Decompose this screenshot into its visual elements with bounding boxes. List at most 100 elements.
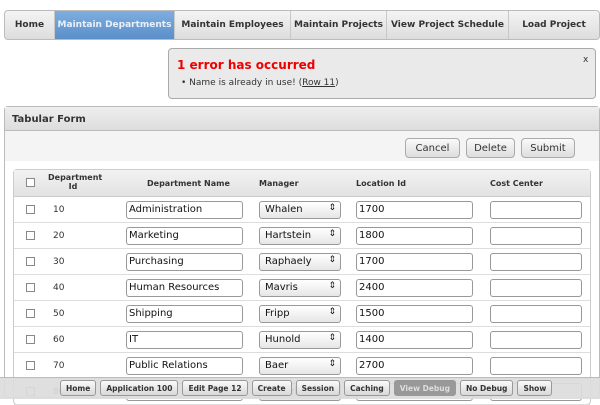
manager-select[interactable]: Raphaely ⇕: [259, 253, 341, 271]
manager-value: Baer: [265, 360, 289, 371]
select-arrows-icon: ⇕: [328, 281, 336, 291]
department-name-input[interactable]: IT: [126, 331, 243, 349]
tabular-form-region: Tabular Form Cancel Delete Submit Depart…: [4, 106, 600, 405]
tab-maintain-departments[interactable]: Maintain Departments: [55, 11, 175, 39]
row-checkbox[interactable]: [26, 309, 35, 318]
department-name-input[interactable]: Human Resources: [126, 279, 243, 297]
manager-value: Mavris: [265, 282, 298, 293]
dev-show-button[interactable]: Show: [517, 380, 553, 396]
location-id-input[interactable]: 1700: [356, 253, 473, 271]
manager-select[interactable]: Hunold ⇕: [259, 331, 341, 349]
select-arrows-icon: ⇕: [328, 203, 336, 213]
department-id: 60: [53, 335, 65, 345]
department-name-input[interactable]: Marketing: [126, 227, 243, 245]
cancel-button[interactable]: Cancel: [405, 138, 460, 158]
tab-home[interactable]: Home: [5, 11, 55, 39]
error-text: Name is already in use!: [189, 78, 296, 88]
dev-no-debug-button[interactable]: No Debug: [460, 380, 514, 396]
department-name-input[interactable]: Shipping: [126, 305, 243, 323]
department-id: 30: [53, 257, 65, 267]
developer-toolbar: Home Application 100 Edit Page 12 Create Ses…: [0, 377, 600, 399]
manager-value: Hartstein: [265, 230, 312, 241]
dev-home-button[interactable]: Home: [60, 380, 97, 396]
cost-center-input[interactable]: [490, 253, 582, 271]
department-id: 70: [53, 361, 65, 371]
error-notification: 1 error has occurred x • Name is already…: [168, 48, 596, 99]
cost-center-input[interactable]: [490, 357, 582, 375]
dev-application-100-button[interactable]: Application 100: [100, 380, 179, 396]
error-row-link[interactable]: Row 11: [302, 78, 335, 88]
manager-value: Hunold: [265, 334, 301, 345]
row-checkbox[interactable]: [26, 205, 35, 214]
row-checkbox[interactable]: [26, 283, 35, 292]
table-row: 50 Shipping Fripp ⇕ 1500: [14, 301, 590, 327]
manager-select[interactable]: Baer ⇕: [259, 357, 341, 375]
location-id-input[interactable]: 1500: [356, 305, 473, 323]
cost-center-input[interactable]: [490, 279, 582, 297]
cost-center-input[interactable]: [490, 201, 582, 219]
location-id-input[interactable]: 1700: [356, 201, 473, 219]
main-tabs: Home Maintain Departments Maintain Emplo…: [4, 10, 600, 40]
department-id: 40: [53, 283, 65, 293]
manager-select[interactable]: Mavris ⇕: [259, 279, 341, 297]
submit-button[interactable]: Submit: [521, 138, 575, 158]
close-icon[interactable]: x: [583, 55, 588, 65]
cost-center-input[interactable]: [490, 305, 582, 323]
department-name-input[interactable]: Purchasing: [126, 253, 243, 271]
manager-select[interactable]: Whalen ⇕: [259, 201, 341, 219]
cost-center-input[interactable]: [490, 227, 582, 245]
manager-select[interactable]: Fripp ⇕: [259, 305, 341, 323]
table-row: 60 IT Hunold ⇕ 1400: [14, 327, 590, 353]
select-arrows-icon: ⇕: [328, 333, 336, 343]
region-title: Tabular Form: [5, 107, 599, 131]
table-row: 30 Purchasing Raphaely ⇕ 1700: [14, 249, 590, 275]
select-all-checkbox[interactable]: [26, 178, 35, 187]
manager-select[interactable]: Hartstein ⇕: [259, 227, 341, 245]
manager-value: Whalen: [265, 204, 303, 215]
table-row: 10 Administration Whalen ⇕ 1700: [14, 197, 590, 223]
row-checkbox[interactable]: [26, 335, 35, 344]
delete-button[interactable]: Delete: [466, 138, 515, 158]
row-checkbox[interactable]: [26, 361, 35, 370]
department-id: 10: [53, 205, 65, 215]
department-name-input[interactable]: Public Relations: [126, 357, 243, 375]
dev-session-button[interactable]: Session: [295, 380, 341, 396]
select-arrows-icon: ⇕: [328, 359, 336, 369]
tab-maintain-employees[interactable]: Maintain Employees: [175, 11, 291, 39]
location-id-input[interactable]: 2700: [356, 357, 473, 375]
location-id-input[interactable]: 2400: [356, 279, 473, 297]
tab-view-project-schedule[interactable]: View Project Schedule: [387, 11, 509, 39]
dev-edit-page-12-button[interactable]: Edit Page 12: [182, 380, 248, 396]
location-id-input[interactable]: 1400: [356, 331, 473, 349]
table-row: 40 Human Resources Mavris ⇕ 2400: [14, 275, 590, 301]
location-id-input[interactable]: 1800: [356, 227, 473, 245]
dev-caching-button[interactable]: Caching: [344, 380, 390, 396]
table-row: 70 Public Relations Baer ⇕ 2700: [14, 353, 590, 379]
header-department-id: Department Id: [48, 173, 103, 191]
select-arrows-icon: ⇕: [328, 229, 336, 239]
row-checkbox[interactable]: [26, 231, 35, 240]
department-id: 50: [53, 309, 65, 319]
department-id: 20: [53, 231, 65, 241]
header-location-id: Location Id: [356, 179, 406, 188]
tab-maintain-projects[interactable]: Maintain Projects: [291, 11, 387, 39]
table-row: 20 Marketing Hartstein ⇕ 1800: [14, 223, 590, 249]
header-department-name: Department Name: [147, 179, 230, 188]
dev-create-button[interactable]: Create: [251, 380, 292, 396]
manager-value: Raphaely: [265, 256, 312, 267]
cost-center-input[interactable]: [490, 331, 582, 349]
manager-value: Fripp: [265, 308, 290, 319]
dev-view-debug-button[interactable]: View Debug: [393, 380, 456, 396]
error-message: • Name is already in use! (Row 11): [181, 78, 339, 88]
button-bar: Cancel Delete Submit: [5, 131, 599, 161]
error-title: 1 error has occurred: [177, 58, 316, 72]
departments-table: Department Id Department Name Manager Lo…: [13, 169, 591, 405]
table-header: Department Id Department Name Manager Lo…: [14, 170, 590, 197]
select-arrows-icon: ⇕: [328, 255, 336, 265]
tab-load-project[interactable]: Load Project: [509, 11, 599, 39]
department-name-input[interactable]: Administration: [126, 201, 243, 219]
header-manager: Manager: [259, 179, 299, 188]
header-cost-center: Cost Center: [490, 179, 543, 188]
select-arrows-icon: ⇕: [328, 307, 336, 317]
row-checkbox[interactable]: [26, 257, 35, 266]
